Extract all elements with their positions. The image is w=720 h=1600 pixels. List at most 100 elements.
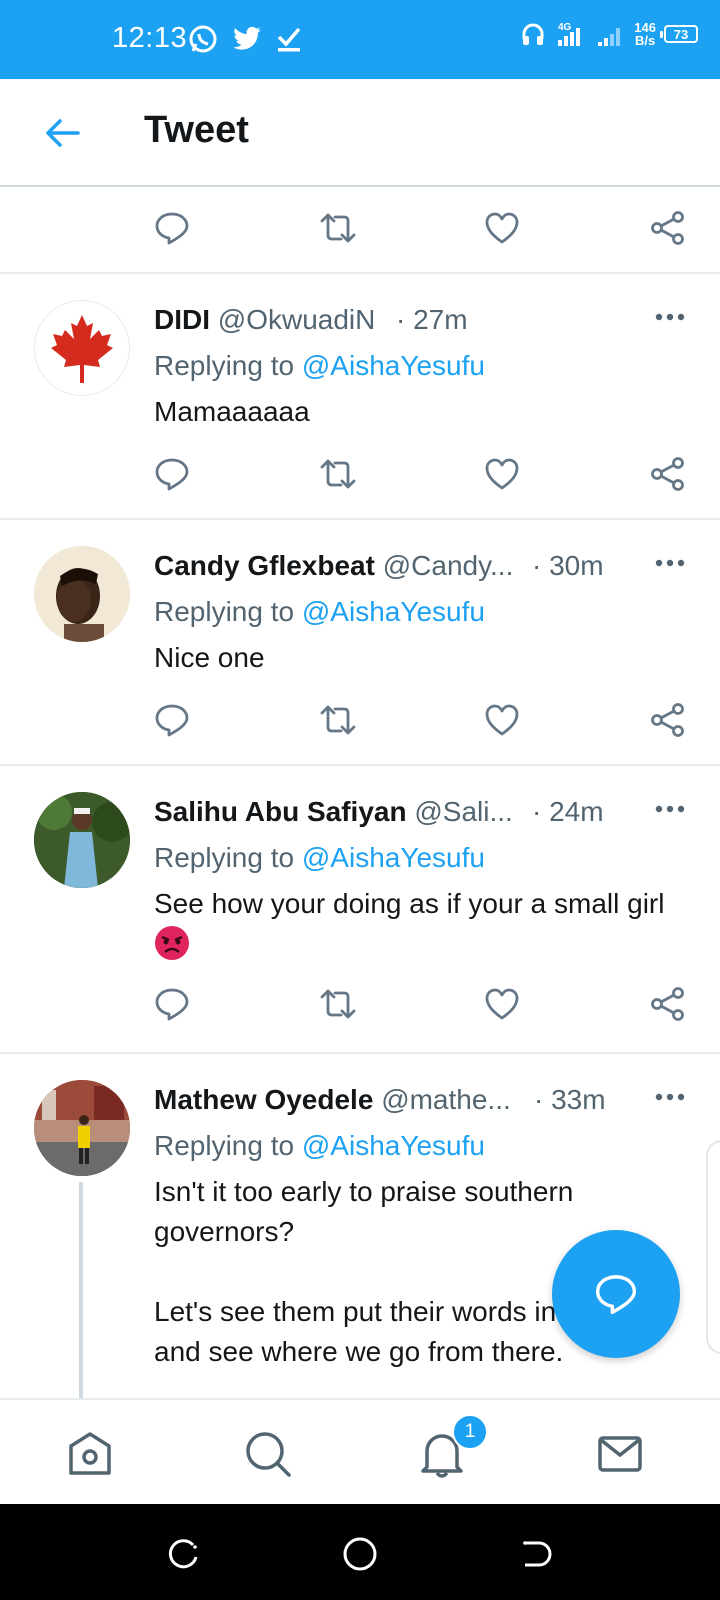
more-options-button[interactable] (650, 1082, 690, 1112)
tweet-card[interactable]: Candy Gflexbeat @Candy... · 30m Replying… (0, 520, 720, 764)
like-button[interactable] (482, 984, 522, 1024)
tweet-header: Salihu Abu Safiyan @Sali... (154, 796, 513, 828)
display-name[interactable]: Candy Gflexbeat (154, 550, 375, 581)
tweet-actions (0, 690, 720, 750)
battery-indicator: 73 (660, 25, 698, 43)
reply-icon (155, 212, 189, 245)
like-button[interactable] (482, 700, 522, 740)
home-button[interactable] (340, 1534, 380, 1574)
thread-connector (79, 1182, 83, 1398)
mention-link[interactable]: @AishaYesufu (302, 1130, 485, 1161)
replying-to: Replying to @AishaYesufu (154, 350, 485, 381)
nav-home[interactable] (62, 1426, 118, 1482)
compose-reply-button[interactable] (552, 1230, 680, 1358)
user-handle: @Candy... (382, 550, 514, 581)
tweet-card[interactable]: DIDI @OkwuadiN · 27m Replying to @AishaY… (0, 274, 720, 518)
twitter-icon (233, 26, 261, 50)
tweet-time: · 24m (532, 796, 604, 827)
more-icon (655, 1093, 685, 1101)
arrow-left-icon (46, 119, 80, 147)
share-button[interactable] (648, 700, 688, 740)
tweet-time: · 27m (396, 304, 468, 335)
heart-icon (485, 704, 519, 736)
reply-button[interactable] (152, 984, 192, 1024)
notification-badge: 1 (452, 1414, 488, 1450)
tweet-text: Nice one (154, 642, 265, 673)
tweet-time: · 33m (534, 1084, 606, 1115)
nav-search[interactable] (240, 1426, 296, 1482)
system-navigation-bar (0, 1504, 720, 1600)
display-name[interactable]: Salihu Abu Safiyan (154, 796, 407, 827)
app-header: Tweet (0, 79, 720, 187)
mention-link[interactable]: @AishaYesufu (302, 596, 485, 627)
reply-icon (155, 988, 189, 1021)
share-button[interactable] (648, 208, 688, 248)
heart-icon (485, 212, 519, 244)
bottom-navigation: 1 (0, 1398, 720, 1506)
replying-to: Replying to @AishaYesufu (154, 842, 485, 873)
share-icon (651, 703, 684, 737)
home-icon (69, 1432, 111, 1475)
back-nav-button[interactable] (516, 1534, 556, 1574)
tweet-card[interactable]: Salihu Abu Safiyan @Sali... · 24m Replyi… (0, 766, 720, 1052)
side-panel-handle[interactable] (706, 1140, 720, 1354)
tweet-actions (0, 444, 720, 504)
reply-button[interactable] (152, 700, 192, 740)
avatar[interactable] (34, 546, 130, 642)
signal-icon (598, 28, 621, 46)
heart-icon (485, 458, 519, 490)
tweet-header: Candy Gflexbeat @Candy... (154, 550, 513, 582)
avatar[interactable] (34, 792, 130, 888)
profile-photo (34, 546, 130, 642)
nav-messages[interactable] (592, 1426, 648, 1482)
reply-button[interactable] (152, 208, 192, 248)
status-bar: 12:13 4G 146 B/s 73 (0, 0, 720, 79)
retweet-icon (320, 459, 356, 489)
share-button[interactable] (648, 454, 688, 494)
display-name[interactable]: DIDI (154, 304, 210, 335)
more-icon (655, 805, 685, 813)
reply-button[interactable] (152, 454, 192, 494)
retweet-icon (320, 705, 356, 735)
more-icon (655, 313, 685, 321)
mention-link[interactable]: @AishaYesufu (302, 842, 485, 873)
signal-4g-icon: 4G (558, 22, 581, 46)
retweet-button[interactable] (318, 700, 358, 740)
display-name[interactable]: Mathew Oyedele (154, 1084, 373, 1115)
user-handle: @Sali... (414, 796, 513, 827)
tweet-actions (0, 974, 720, 1034)
retweet-button[interactable] (318, 984, 358, 1024)
like-button[interactable] (482, 208, 522, 248)
avatar[interactable] (34, 1080, 130, 1176)
search-icon (246, 1432, 291, 1477)
more-icon (655, 559, 685, 567)
recents-button[interactable] (164, 1534, 204, 1574)
mention-link[interactable]: @AishaYesufu (302, 350, 485, 381)
heart-icon (485, 988, 519, 1020)
tweet-header: DIDI @OkwuadiN (154, 304, 375, 336)
more-options-button[interactable] (650, 548, 690, 578)
avatar[interactable] (34, 300, 130, 396)
reply-icon (595, 1275, 637, 1315)
user-handle: @OkwuadiN (217, 304, 376, 335)
like-button[interactable] (482, 454, 522, 494)
more-options-button[interactable] (650, 302, 690, 332)
retweet-button[interactable] (318, 208, 358, 248)
back-button[interactable] (38, 111, 86, 155)
retweet-icon (320, 989, 356, 1019)
more-options-button[interactable] (650, 794, 690, 824)
share-button[interactable] (648, 984, 688, 1024)
share-icon (651, 211, 684, 245)
whatsapp-icon (189, 25, 217, 53)
tweet-text: Mamaaaaaa (154, 396, 310, 427)
headset-icon (522, 23, 544, 45)
profile-photo (34, 1080, 130, 1176)
share-icon (651, 457, 684, 491)
status-time: 12:13 (112, 22, 188, 54)
retweet-button[interactable] (318, 454, 358, 494)
replying-to: Replying to @AishaYesufu (154, 596, 485, 627)
reply-icon (155, 704, 189, 737)
profile-photo (34, 792, 130, 888)
tweet-header: Mathew Oyedele @mathe... (154, 1084, 511, 1116)
user-handle: @mathe... (381, 1084, 511, 1115)
